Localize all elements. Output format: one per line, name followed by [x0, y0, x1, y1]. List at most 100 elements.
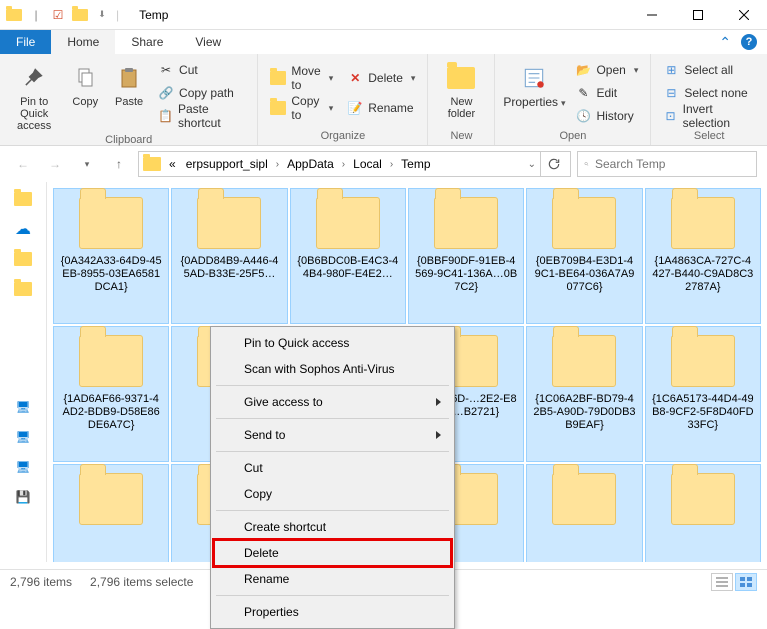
ctx-send-to[interactable]: Send to	[214, 422, 451, 448]
move-to-button[interactable]: Move to▾	[266, 68, 337, 88]
folder-name: {1AD6AF66-9371-4AD2-BDB9-D58E86DE6A7C}	[58, 393, 164, 432]
search-icon	[584, 157, 589, 171]
copy-button[interactable]: Copy	[66, 58, 104, 132]
tree-view[interactable]: ☁ 🖥 🖥 🖥 💾	[0, 182, 47, 562]
details-view-button[interactable]	[711, 573, 733, 591]
folder-icon	[316, 197, 380, 249]
folder-item[interactable]	[645, 464, 761, 562]
ctx-delete[interactable]: Delete	[214, 540, 451, 566]
ctx-properties[interactable]: Properties	[214, 599, 451, 625]
copy-icon	[69, 62, 101, 94]
copy-to-button[interactable]: Copy to▾	[266, 98, 337, 118]
folder-name: {1C6A5173-44D4-49B8-9CF2-5F8D40FD33FC}	[650, 393, 756, 432]
tab-file[interactable]: File	[0, 30, 51, 54]
tree-item[interactable]: 💾	[7, 486, 39, 508]
cut-button[interactable]: ✂Cut	[154, 60, 249, 80]
folder-item[interactable]: {0EB709B4-E3D1-49C1-BE64-036A7A9077C6}	[526, 188, 642, 324]
context-menu: Pin to Quick access Scan with Sophos Ant…	[210, 326, 455, 629]
copy-path-button[interactable]: 🔗Copy path	[154, 83, 249, 103]
forward-button[interactable]: →	[42, 151, 68, 177]
tab-view[interactable]: View	[179, 30, 237, 54]
folder-item[interactable]: {1C06A2BF-BD79-42B5-A90D-79D0DB3B9EAF}	[526, 326, 642, 462]
paste-button[interactable]: Paste	[110, 58, 148, 132]
folder-name: {0B6BDC0B-E4C3-44B4-980F-E4E2…	[295, 255, 401, 281]
folder-item[interactable]	[526, 464, 642, 562]
address-bar: ← → ▾ ↑ « erpsupport_sipl› AppData› Loca…	[0, 146, 767, 182]
tree-item[interactable]	[7, 188, 39, 210]
properties-button[interactable]: Properties▾	[503, 58, 565, 128]
help-icon[interactable]: ?	[741, 34, 757, 50]
invert-selection-button[interactable]: ⊡Invert selection	[659, 106, 759, 126]
folder-item[interactable]: {1AD6AF66-9371-4AD2-BDB9-D58E86DE6A7C}	[53, 326, 169, 462]
recent-dropdown[interactable]: ▾	[74, 151, 100, 177]
separator	[216, 451, 449, 452]
folder-icon	[79, 335, 143, 387]
qat-dropdown-icon[interactable]: ⬇	[94, 7, 110, 23]
folder-icon	[6, 7, 22, 23]
tree-item[interactable]: 🖥	[7, 426, 39, 448]
ctx-scan-antivirus[interactable]: Scan with Sophos Anti-Virus	[214, 356, 451, 382]
ctx-cut[interactable]: Cut	[214, 455, 451, 481]
breadcrumb-segment[interactable]: Temp	[397, 157, 434, 171]
folder-name: {1C06A2BF-BD79-42B5-A90D-79D0DB3B9EAF}	[531, 393, 637, 432]
breadcrumb-segment[interactable]: erpsupport_sipl	[182, 157, 272, 171]
scissors-icon: ✂	[158, 62, 174, 78]
icons-view-button[interactable]	[735, 573, 757, 591]
folder-item[interactable]: {0BBF90DF-91EB-4569-9C41-136A…0B7C2}	[408, 188, 524, 324]
tree-item[interactable]	[7, 278, 39, 300]
separator	[216, 595, 449, 596]
rename-button[interactable]: 📝Rename	[343, 98, 419, 118]
pin-quick-access-button[interactable]: Pin to Quick access	[8, 58, 60, 132]
breadcrumb-segment[interactable]: Local	[349, 157, 386, 171]
tree-item[interactable]: 🖥	[7, 396, 39, 418]
paste-shortcut-button[interactable]: 📋Paste shortcut	[154, 106, 249, 126]
folder-item[interactable]: {0A342A33-64D9-45EB-8955-03EA6581DCA1}	[53, 188, 169, 324]
up-button[interactable]: ↑	[106, 151, 132, 177]
ctx-rename[interactable]: Rename	[214, 566, 451, 592]
minimize-button[interactable]	[629, 0, 675, 30]
ctx-give-access[interactable]: Give access to	[214, 389, 451, 415]
history-button[interactable]: 🕓History	[571, 106, 642, 126]
new-folder-icon	[445, 62, 477, 94]
tree-item[interactable]	[7, 248, 39, 270]
breadcrumb-segment[interactable]: AppData	[283, 157, 338, 171]
paste-shortcut-icon: 📋	[158, 108, 173, 124]
chevron-down-icon: ▾	[411, 73, 416, 84]
breadcrumb-dropdown[interactable]: ⌄	[526, 159, 538, 170]
maximize-button[interactable]	[675, 0, 721, 30]
close-button[interactable]	[721, 0, 767, 30]
folder-item[interactable]: {1C6A5173-44D4-49B8-9CF2-5F8D40FD33FC}	[645, 326, 761, 462]
tab-home[interactable]: Home	[51, 30, 115, 54]
delete-button[interactable]: ✕Delete▾	[343, 68, 419, 88]
ctx-pin-quick-access[interactable]: Pin to Quick access	[214, 330, 451, 356]
search-box[interactable]	[577, 151, 757, 177]
breadcrumb[interactable]: « erpsupport_sipl› AppData› Local› Temp …	[138, 151, 571, 177]
folder-item[interactable]: {1A4863CA-727C-4427-B440-C9AD8C32787A}	[645, 188, 761, 324]
folder-item[interactable]: {0ADD84B9-A446-45AD-B33E-25F5…	[171, 188, 287, 324]
ctx-copy[interactable]: Copy	[214, 481, 451, 507]
search-input[interactable]	[595, 157, 750, 171]
new-folder-button[interactable]: New folder	[436, 58, 486, 128]
open-button[interactable]: 📂Open▾	[571, 60, 642, 80]
edit-icon: ✎	[575, 85, 591, 101]
separator	[216, 385, 449, 386]
refresh-button[interactable]	[540, 151, 566, 177]
ribbon-collapse-icon[interactable]: ⌃	[719, 34, 731, 51]
chevron-right-icon[interactable]: ›	[274, 159, 281, 170]
select-all-button[interactable]: ⊞Select all	[659, 60, 759, 80]
tab-share[interactable]: Share	[115, 30, 179, 54]
tree-item[interactable]: 🖥	[7, 456, 39, 478]
chevron-right-icon[interactable]: ›	[388, 159, 395, 170]
select-none-button[interactable]: ⊟Select none	[659, 83, 759, 103]
folder-icon	[552, 197, 616, 249]
tree-item[interactable]: ☁	[7, 218, 39, 240]
chevron-down-icon: ▾	[561, 98, 566, 108]
folder-item[interactable]	[53, 464, 169, 562]
ribbon-tabs: File Home Share View ⌃ ?	[0, 30, 767, 54]
edit-button[interactable]: ✎Edit	[571, 83, 642, 103]
folder-item[interactable]: {0B6BDC0B-E4C3-44B4-980F-E4E2…	[290, 188, 406, 324]
back-button[interactable]: ←	[10, 151, 36, 177]
check-icon[interactable]: ☑	[50, 7, 66, 23]
chevron-right-icon[interactable]: ›	[340, 159, 347, 170]
ctx-create-shortcut[interactable]: Create shortcut	[214, 514, 451, 540]
